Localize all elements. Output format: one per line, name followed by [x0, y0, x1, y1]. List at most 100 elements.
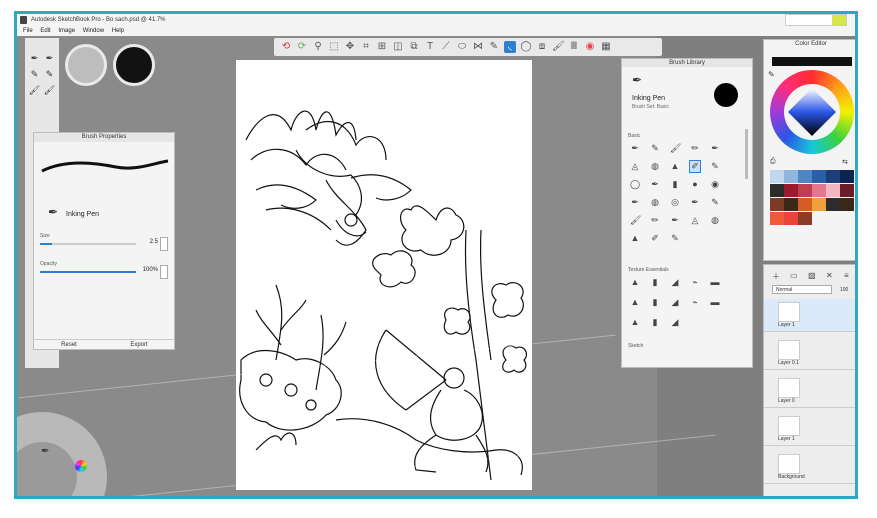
- color-swatch[interactable]: [770, 170, 784, 183]
- color-swatch[interactable]: [840, 170, 854, 183]
- export-button[interactable]: Export: [104, 339, 174, 351]
- print-icon[interactable]: ⎙: [770, 158, 776, 166]
- brush-preset-icon[interactable]: ✏: [690, 143, 700, 154]
- brush-preset-icon[interactable]: ✐: [689, 160, 701, 173]
- brush-preset-icon[interactable]: ◬: [630, 161, 640, 172]
- pen-icon[interactable]: ✎: [488, 41, 500, 53]
- redo-icon[interactable]: ⟳: [296, 41, 308, 53]
- brush-preset-icon[interactable]: ◬: [690, 215, 700, 226]
- brush-preset-icon[interactable]: ◍: [650, 161, 660, 172]
- color-swatch[interactable]: [798, 198, 812, 211]
- layer-menu-icon[interactable]: ≡: [844, 271, 849, 280]
- crop-icon[interactable]: ⌗: [360, 41, 372, 53]
- brush-preset-icon[interactable]: ✎: [710, 197, 720, 208]
- brush-preset-icon[interactable]: ✒: [630, 197, 640, 208]
- brush-preset-icon[interactable]: ✎: [28, 68, 41, 81]
- menu-image[interactable]: Image: [58, 28, 75, 34]
- brush-preset-icon[interactable]: ✏: [650, 215, 660, 226]
- copic-icon[interactable]: Ⅲ: [568, 41, 580, 53]
- brush-preset-icon[interactable]: ◍: [650, 197, 660, 208]
- brush-preset-icon[interactable]: ✒: [690, 197, 700, 208]
- brush-preset-icon[interactable]: 🖌: [28, 84, 41, 97]
- color-swatch[interactable]: [784, 212, 798, 225]
- color-swatch[interactable]: [826, 184, 840, 197]
- secondary-color-puck[interactable]: [65, 44, 107, 86]
- stencil-icon[interactable]: ⧈: [536, 41, 548, 53]
- menu-edit[interactable]: Edit: [40, 28, 50, 34]
- color-swatch[interactable]: [798, 184, 812, 197]
- color-swatch[interactable]: [826, 198, 840, 211]
- color-swatch[interactable]: [812, 198, 826, 211]
- distort-icon[interactable]: ◫: [392, 41, 404, 53]
- drawing-paper[interactable]: [236, 60, 532, 490]
- brush-preset-icon[interactable]: 🖌: [670, 143, 681, 154]
- menu-help[interactable]: Help: [112, 28, 124, 34]
- color-swatch[interactable]: [798, 170, 812, 183]
- color-swatch[interactable]: [770, 198, 784, 211]
- color-swatch[interactable]: [826, 170, 840, 183]
- texture-brush-icon[interactable]: ◢: [670, 317, 680, 328]
- texture-brush-icon[interactable]: ▬: [710, 277, 720, 288]
- circle-tool-icon[interactable]: ◯: [520, 41, 532, 53]
- size-value[interactable]: 2.5: [140, 239, 158, 245]
- text-icon[interactable]: T: [424, 41, 436, 53]
- reset-button[interactable]: Reset: [34, 339, 104, 351]
- brush-preset-icon[interactable]: ▲: [670, 161, 680, 172]
- layers-icon[interactable]: ▦: [600, 41, 612, 53]
- layer-image-icon[interactable]: ▨: [808, 271, 816, 280]
- blend-mode-select[interactable]: Normal: [772, 285, 832, 294]
- brush-preset-icon[interactable]: ✒: [670, 215, 680, 226]
- color-swatch[interactable]: [840, 184, 854, 197]
- color-swatch[interactable]: [798, 212, 812, 225]
- library-scrollbar[interactable]: [745, 129, 748, 179]
- layer-delete-icon[interactable]: ✕: [826, 271, 833, 280]
- transform-icon[interactable]: ⊞: [376, 41, 388, 53]
- brush-preset-icon[interactable]: ✎: [650, 143, 660, 154]
- brush-preset-icon[interactable]: ●: [690, 179, 700, 190]
- texture-brush-icon[interactable]: ▲: [630, 317, 640, 328]
- brush-preset-icon[interactable]: ◯: [630, 179, 640, 190]
- layer-opacity[interactable]: 100: [840, 287, 848, 293]
- brush-preset-icon[interactable]: ✎: [43, 68, 56, 81]
- brush-preset-icon[interactable]: ✎: [670, 233, 680, 244]
- opacity-stepper[interactable]: [160, 265, 168, 279]
- brush-preset-icon[interactable]: ✒: [28, 52, 41, 65]
- select-icon[interactable]: ⬚: [328, 41, 340, 53]
- color-swatch[interactable]: [784, 170, 798, 183]
- texture-brush-icon[interactable]: ◢: [670, 297, 680, 308]
- color-swatch[interactable]: [840, 198, 854, 211]
- curve-tool-icon[interactable]: ◟: [504, 41, 516, 53]
- texture-brush-icon[interactable]: ⌁: [690, 297, 700, 308]
- layer-row[interactable]: Layer 1: [764, 299, 855, 332]
- primary-color-puck[interactable]: [113, 44, 155, 86]
- undo-icon[interactable]: ⟲: [280, 41, 292, 53]
- texture-brush-icon[interactable]: ◢: [670, 277, 680, 288]
- color-swatch[interactable]: [784, 184, 798, 197]
- layer-row[interactable]: Layer 0: [764, 375, 855, 408]
- brush-preset-icon[interactable]: ✒: [630, 143, 640, 154]
- texture-brush-icon[interactable]: ⌁: [690, 277, 700, 288]
- brush-preset-icon[interactable]: ✐: [650, 233, 660, 244]
- layer-group-icon[interactable]: ▭: [790, 271, 798, 280]
- opacity-slider[interactable]: [40, 271, 136, 273]
- add-layer-icon[interactable]: ＋: [772, 271, 780, 282]
- swap-icon[interactable]: ⇆: [842, 158, 848, 166]
- menu-file[interactable]: File: [23, 28, 33, 34]
- window-controls[interactable]: [785, 14, 847, 26]
- size-stepper[interactable]: [160, 237, 168, 251]
- layer-row[interactable]: Layer 1: [764, 413, 855, 446]
- texture-brush-icon[interactable]: ▮: [650, 277, 660, 288]
- color-swatch[interactable]: [812, 170, 826, 183]
- texture-brush-icon[interactable]: ▲: [630, 297, 640, 308]
- ruler-icon[interactable]: ⟋: [440, 41, 452, 53]
- menu-window[interactable]: Window: [83, 28, 104, 34]
- brush-preset-icon[interactable]: 🖌: [43, 84, 56, 97]
- texture-brush-icon[interactable]: ▲: [630, 277, 640, 288]
- color-swatch[interactable]: [812, 184, 826, 197]
- brush-preset-icon[interactable]: 🖌: [630, 215, 641, 226]
- color-swatch[interactable]: [770, 212, 784, 225]
- brush-preset-icon[interactable]: ✎: [710, 161, 720, 172]
- brush-preset-icon[interactable]: ▮: [670, 179, 680, 190]
- brush-preset-icon[interactable]: ✒: [650, 179, 660, 190]
- symmetry-icon[interactable]: ⧉: [408, 41, 420, 53]
